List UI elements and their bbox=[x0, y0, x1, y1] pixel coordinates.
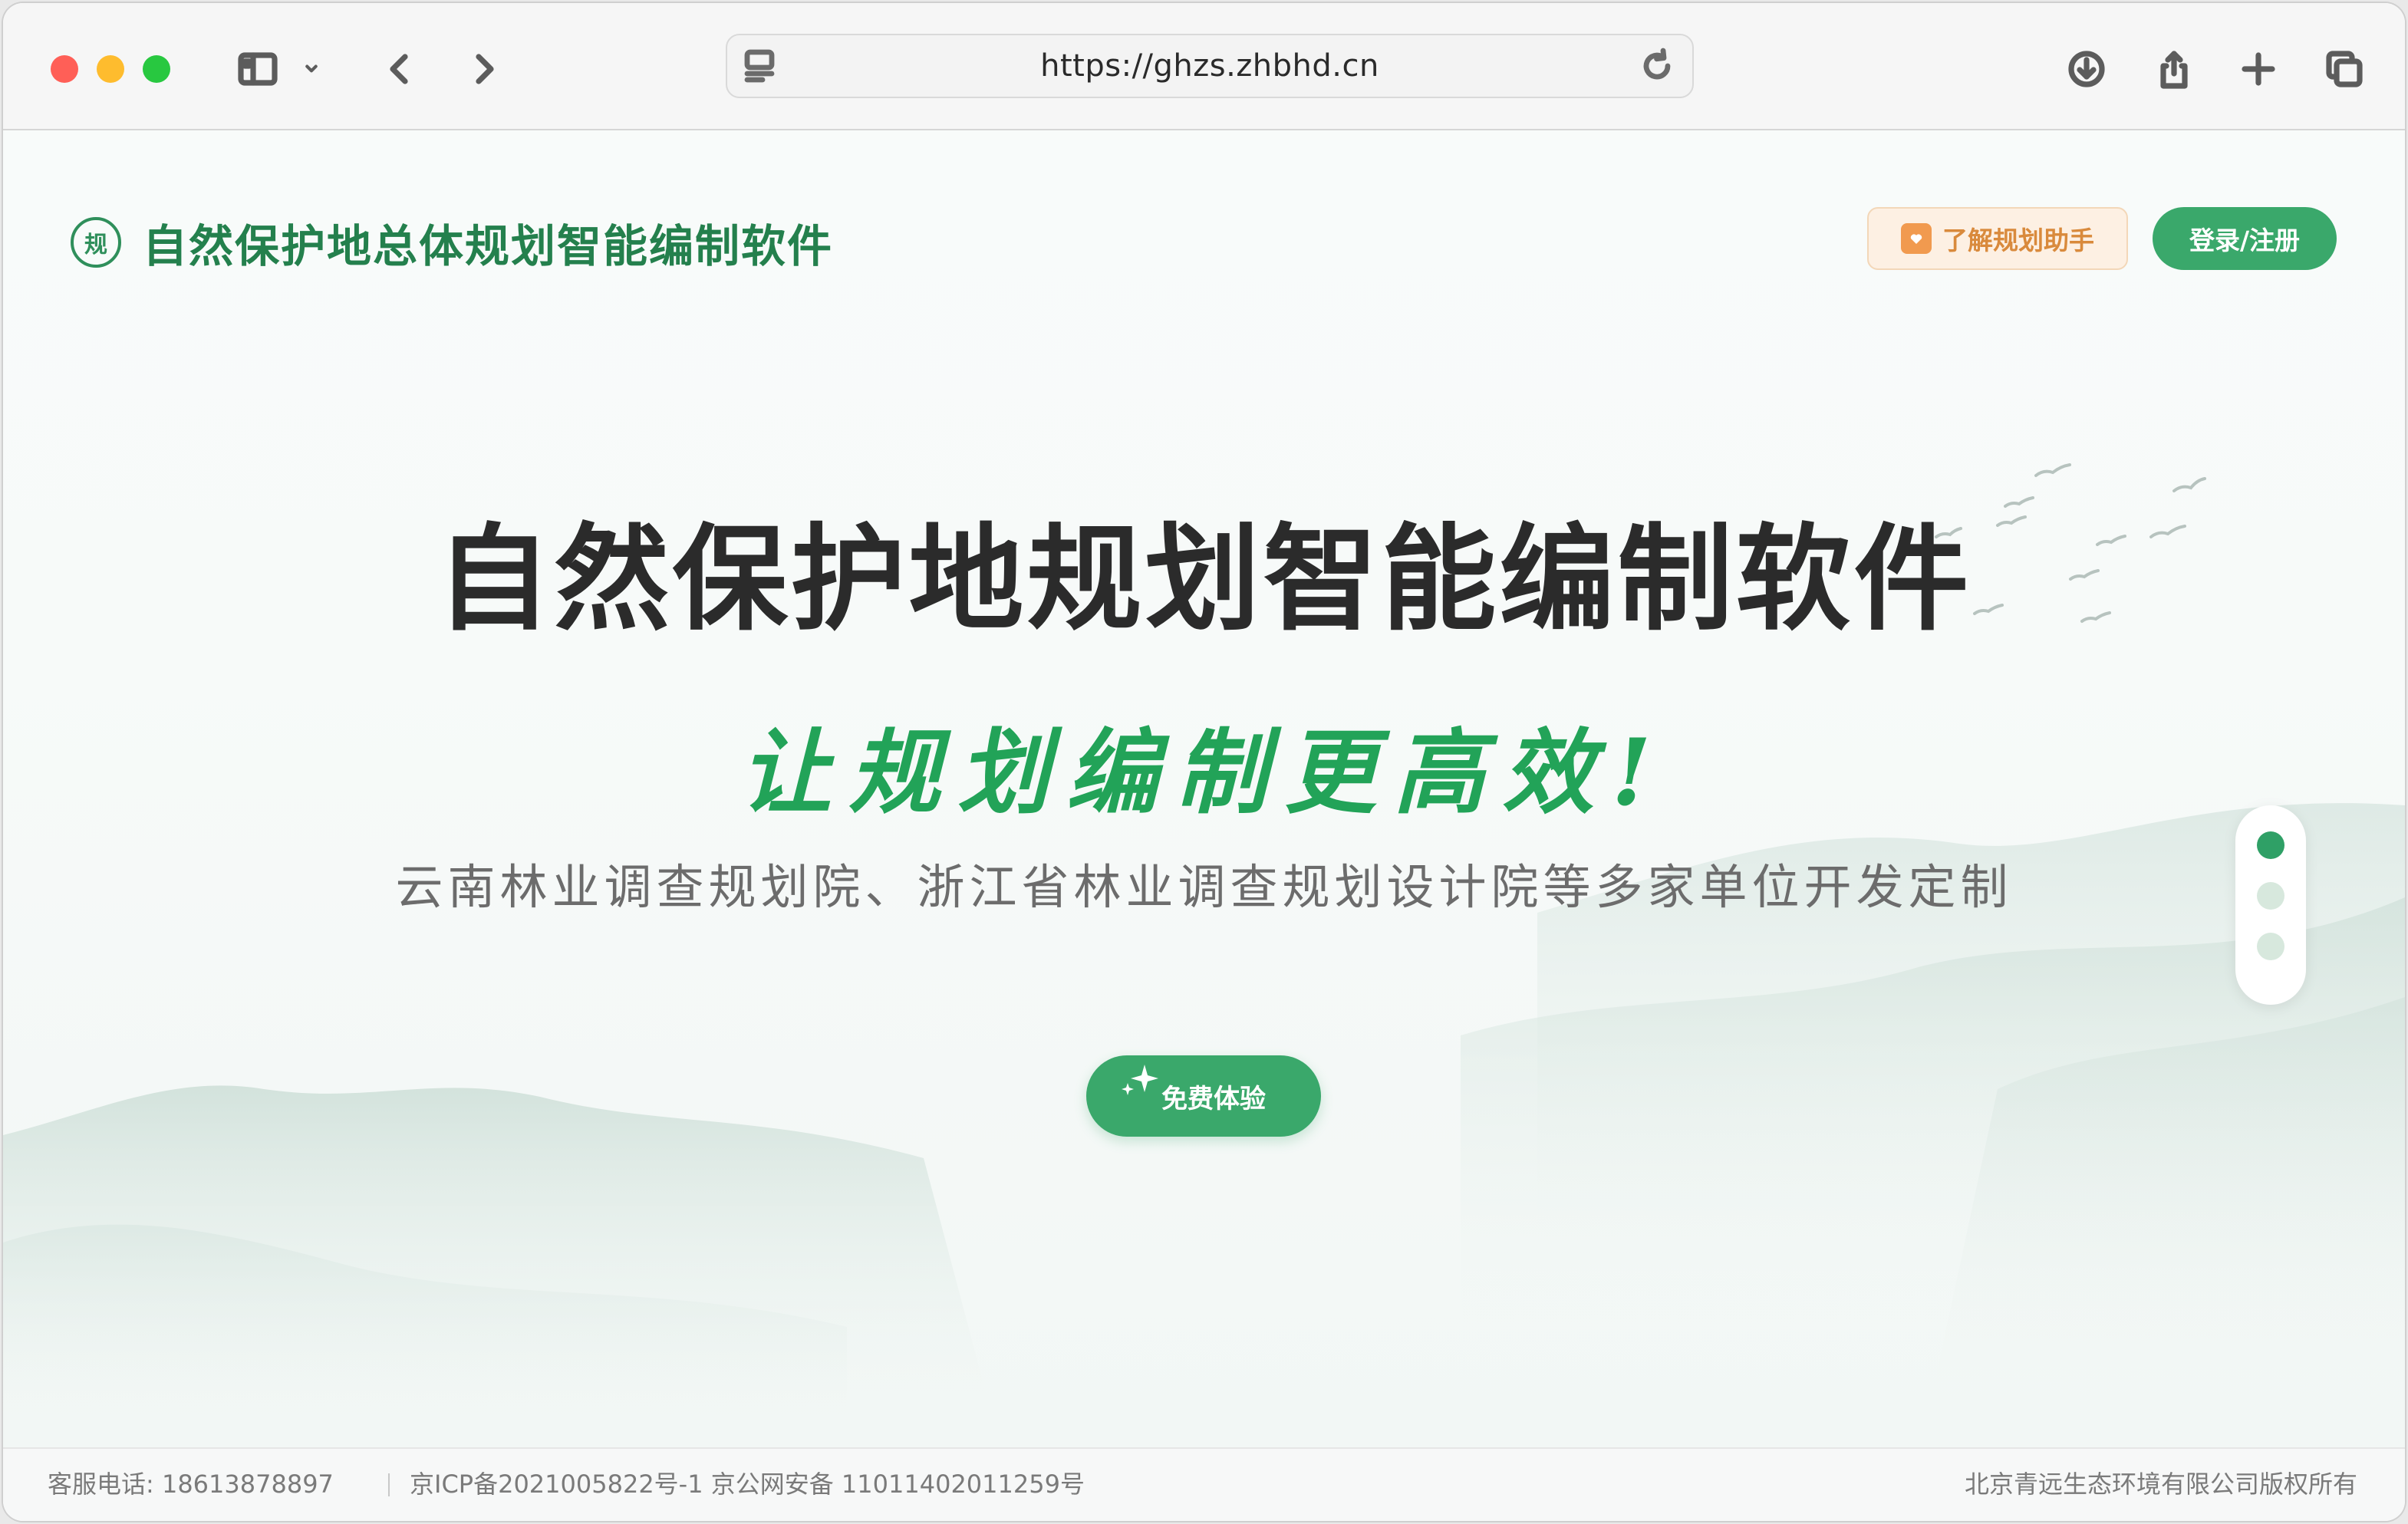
tab-overview-icon[interactable] bbox=[2317, 41, 2372, 97]
hero-slogan: 让规划编制更高效! bbox=[740, 719, 1668, 827]
browser-toolbar: https://ghzs.zhbhd.cn bbox=[3, 3, 2405, 130]
site-logo-icon: 规 bbox=[71, 217, 121, 268]
sparkle-icon bbox=[1122, 1065, 1158, 1095]
page-footer: 客服电话: 18613878897 京ICP备2021005822号-1 京公网… bbox=[3, 1447, 2405, 1521]
web-page: 规 自然保护地总体规划智能编制软件 了解规划助手 登录/注册 自然保护地规划智能… bbox=[3, 130, 2405, 1447]
close-window-button[interactable] bbox=[51, 55, 78, 83]
carousel-dot-2[interactable] bbox=[2257, 882, 2284, 910]
carousel-pager bbox=[2235, 805, 2306, 1005]
new-tab-plus-icon[interactable] bbox=[2231, 41, 2286, 97]
learn-assistant-label: 了解规划助手 bbox=[1942, 225, 2094, 255]
reload-icon[interactable] bbox=[1636, 44, 1678, 87]
zoom-window-button[interactable] bbox=[143, 55, 170, 83]
carousel-dot-3[interactable] bbox=[2257, 933, 2284, 960]
hero-subtitle: 云南林业调查规划院、浙江省林业调查规划设计院等多家单位开发定制 bbox=[395, 859, 2013, 915]
learn-assistant-button[interactable]: 了解规划助手 bbox=[1867, 207, 2128, 270]
login-register-button[interactable]: 登录/注册 bbox=[2153, 207, 2337, 270]
browser-window: https://ghzs.zhbhd.cn 规 自然保护地总体规划智能编制软件 … bbox=[3, 3, 2405, 1521]
copyright-text: 北京青远生态环境有限公司版权所有 bbox=[1964, 1470, 2357, 1499]
download-icon[interactable] bbox=[2059, 41, 2114, 97]
free-trial-button[interactable]: 免费体验 bbox=[1086, 1055, 1321, 1137]
minimize-window-button[interactable] bbox=[97, 55, 124, 83]
site-title: 自然保护地总体规划智能编制软件 bbox=[143, 220, 834, 272]
forward-arrow-icon[interactable] bbox=[456, 41, 511, 97]
free-trial-label: 免费体验 bbox=[1161, 1083, 1266, 1114]
carousel-dot-1[interactable] bbox=[2257, 831, 2284, 859]
customer-service-phone: 客服电话: 18613878897 bbox=[48, 1470, 334, 1499]
chevron-down-icon[interactable] bbox=[296, 41, 327, 97]
icp-record-link[interactable]: 京ICP备2021005822号-1 京公网安备 11011402011259号 bbox=[410, 1449, 1085, 1519]
hero-title: 自然保护地规划智能编制软件 bbox=[436, 513, 1972, 647]
share-icon[interactable] bbox=[2146, 41, 2202, 97]
assistant-icon bbox=[1901, 223, 1932, 254]
site-brand[interactable]: 规 自然保护地总体规划智能编制软件 bbox=[71, 210, 833, 275]
sidebar-toggle-icon[interactable] bbox=[230, 41, 285, 97]
back-arrow-icon[interactable] bbox=[373, 41, 428, 97]
footer-divider bbox=[388, 1473, 390, 1496]
url-text[interactable]: https://ghzs.zhbhd.cn bbox=[727, 35, 1692, 97]
address-bar[interactable]: https://ghzs.zhbhd.cn bbox=[726, 34, 1694, 98]
